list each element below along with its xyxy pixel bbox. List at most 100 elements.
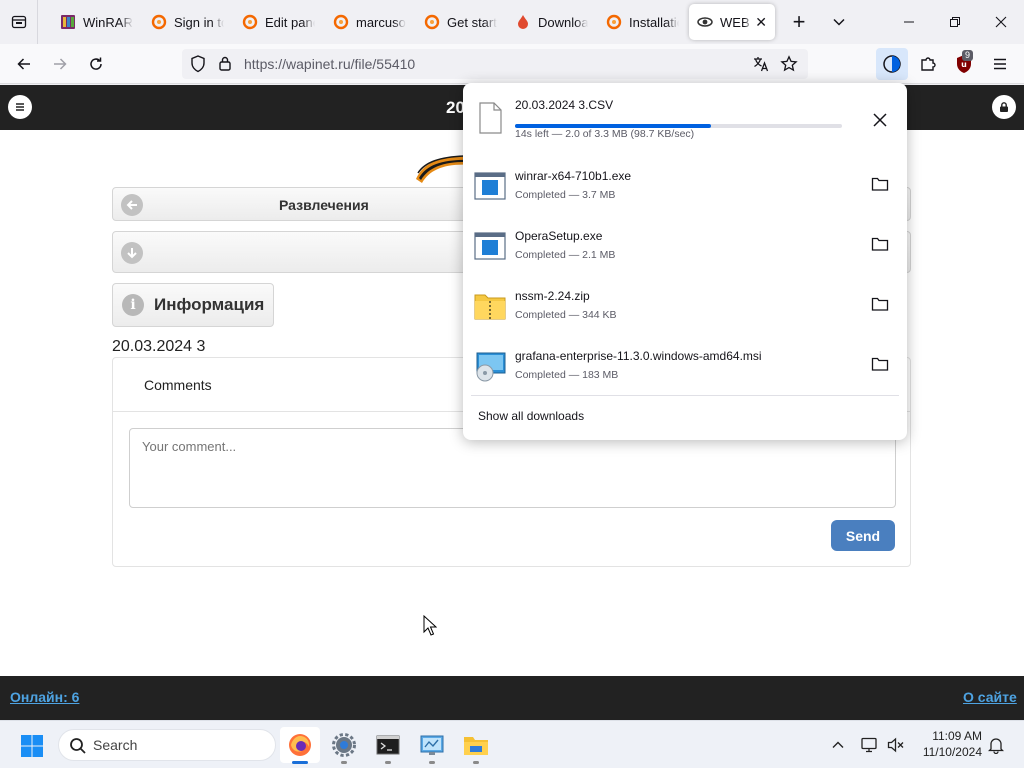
taskbar-terminal[interactable] bbox=[368, 727, 408, 764]
translate-icon[interactable] bbox=[752, 55, 770, 78]
show-hidden-icons-button[interactable] bbox=[828, 735, 848, 755]
show-in-folder-button[interactable] bbox=[869, 293, 891, 315]
chevron-down-icon bbox=[833, 18, 845, 26]
about-site-link[interactable]: О сайте bbox=[963, 689, 1017, 705]
grafana-icon bbox=[606, 14, 622, 30]
download-item[interactable]: OperaSetup.exe Completed — 2.1 MB bbox=[471, 219, 899, 277]
online-users-link[interactable]: Онлайн: 6 bbox=[10, 689, 79, 705]
download-progress-icon bbox=[883, 55, 901, 73]
info-icon: i bbox=[122, 294, 144, 316]
taskbar-settings[interactable] bbox=[324, 727, 364, 764]
url-bar[interactable]: https://wapinet.ru/file/55410 bbox=[182, 49, 808, 79]
chevron-up-icon bbox=[832, 741, 844, 748]
tab-title: marcusolsson bbox=[356, 14, 406, 30]
volume-tray-button[interactable] bbox=[886, 735, 906, 755]
login-button[interactable] bbox=[992, 95, 1016, 119]
running-indicator bbox=[473, 761, 479, 764]
downloads-button[interactable] bbox=[876, 48, 908, 80]
arrow-left-circle-icon bbox=[121, 194, 143, 216]
firefox-view-button[interactable] bbox=[0, 0, 38, 44]
lock-icon bbox=[1000, 102, 1008, 112]
tracking-protection-shield-icon[interactable] bbox=[190, 55, 206, 78]
restore-icon bbox=[950, 17, 960, 27]
download-status: Completed — 344 KB bbox=[515, 309, 617, 321]
network-tray-button[interactable] bbox=[860, 735, 880, 755]
show-in-folder-button[interactable] bbox=[869, 173, 891, 195]
tab-get-started[interactable]: Get started bbox=[416, 4, 505, 40]
notifications-button[interactable] bbox=[986, 735, 1006, 755]
download-filename: winrar-x64-710b1.exe bbox=[515, 169, 632, 183]
tab-grafana-edit-panel[interactable]: Edit panel bbox=[234, 4, 323, 40]
tab-title: Installation bbox=[629, 14, 679, 30]
taskbar-firefox[interactable] bbox=[280, 727, 320, 764]
tab-title: Edit panel bbox=[265, 14, 315, 30]
wapinet-icon bbox=[697, 14, 713, 30]
tab-grafana-signin[interactable]: Sign in to bbox=[143, 4, 232, 40]
running-indicator bbox=[341, 761, 347, 764]
show-in-folder-button[interactable] bbox=[869, 233, 891, 255]
app-menu-button[interactable] bbox=[984, 48, 1016, 80]
close-icon bbox=[873, 113, 887, 127]
download-item[interactable]: winrar-x64-710b1.exe Completed — 3.7 MB bbox=[471, 159, 899, 217]
taskbar-file-explorer[interactable] bbox=[456, 727, 496, 764]
lock-icon[interactable] bbox=[218, 55, 232, 76]
taskbar-clock[interactable]: 11:09 AM 11/10/2024 bbox=[912, 728, 982, 760]
close-icon bbox=[995, 16, 1007, 28]
tab-bar: WinRAR Sign in to Edit panel marcusolsso… bbox=[0, 0, 1024, 44]
winrar-icon bbox=[60, 14, 76, 30]
tab-marcusolsson[interactable]: marcusolsson bbox=[325, 4, 414, 40]
download-item[interactable]: grafana-enterprise-11.3.0.windows-amd64.… bbox=[471, 339, 899, 397]
site-footer: Онлайн: 6 О сайте bbox=[0, 676, 1024, 720]
show-in-folder-button[interactable] bbox=[869, 353, 891, 375]
site-menu-button[interactable] bbox=[8, 95, 32, 119]
back-button[interactable] bbox=[8, 48, 40, 80]
ublock-origin-button[interactable]: u 9 bbox=[948, 48, 980, 80]
download-item[interactable]: nssm-2.24.zip Completed — 344 KB bbox=[471, 279, 899, 337]
file-title: 20.03.2024 3 bbox=[112, 338, 206, 355]
information-button[interactable]: i Информация bbox=[112, 283, 274, 327]
mouse-cursor-icon bbox=[423, 615, 437, 636]
folder-icon bbox=[871, 357, 889, 371]
close-tab-icon[interactable]: ✕ bbox=[755, 14, 767, 31]
comment-input[interactable] bbox=[129, 428, 896, 508]
downloads-panel: 20.03.2024 3.CSV 14s left — 2.0 of 3.3 M… bbox=[463, 83, 907, 440]
arrow-left-icon bbox=[17, 58, 30, 70]
ublock-badge: 9 bbox=[962, 50, 974, 61]
grafana-icon bbox=[242, 14, 258, 30]
send-comment-button[interactable]: Send bbox=[831, 520, 895, 551]
tab-title: WinRAR bbox=[83, 14, 133, 30]
download-item[interactable]: 20.03.2024 3.CSV 14s left — 2.0 of 3.3 M… bbox=[471, 91, 899, 149]
navigation-toolbar: https://wapinet.ru/file/55410 u 9 bbox=[0, 44, 1024, 84]
close-window-button[interactable] bbox=[978, 0, 1024, 44]
grafana-icon bbox=[424, 14, 440, 30]
show-all-downloads-button[interactable]: Show all downloads bbox=[478, 409, 584, 423]
bookmark-star-icon[interactable] bbox=[780, 55, 798, 78]
category-label: Развлечения bbox=[279, 197, 369, 213]
tab-download[interactable]: Download bbox=[507, 4, 596, 40]
svg-text:u: u bbox=[961, 60, 967, 69]
hamburger-menu-icon bbox=[16, 103, 24, 111]
taskbar-control-panel[interactable] bbox=[412, 727, 452, 764]
forward-button[interactable] bbox=[44, 48, 76, 80]
grafana-icon bbox=[151, 14, 167, 30]
download-filename: OperaSetup.exe bbox=[515, 229, 603, 243]
windows-start-icon[interactable] bbox=[20, 734, 44, 758]
comments-title: Comments bbox=[144, 377, 212, 393]
arrow-right-icon bbox=[54, 58, 67, 70]
plus-icon: + bbox=[792, 9, 806, 34]
extensions-button[interactable] bbox=[912, 48, 944, 80]
tab-wapinet-active[interactable]: WEB ✕ bbox=[689, 4, 775, 40]
tab-title: WEB bbox=[720, 14, 750, 30]
taskbar-search-box[interactable]: Search bbox=[58, 729, 276, 761]
running-indicator bbox=[429, 761, 435, 764]
tab-title: Get started bbox=[447, 14, 497, 30]
restore-button[interactable] bbox=[932, 0, 978, 44]
cancel-download-button[interactable] bbox=[869, 109, 891, 131]
tab-installation[interactable]: Installation bbox=[598, 4, 687, 40]
new-tab-button[interactable]: + bbox=[779, 0, 819, 44]
list-all-tabs-button[interactable] bbox=[819, 0, 859, 44]
minimize-button[interactable] bbox=[886, 0, 932, 44]
reload-button[interactable] bbox=[80, 48, 112, 80]
tab-winrar[interactable]: WinRAR bbox=[52, 4, 141, 40]
speaker-muted-icon bbox=[887, 737, 904, 753]
